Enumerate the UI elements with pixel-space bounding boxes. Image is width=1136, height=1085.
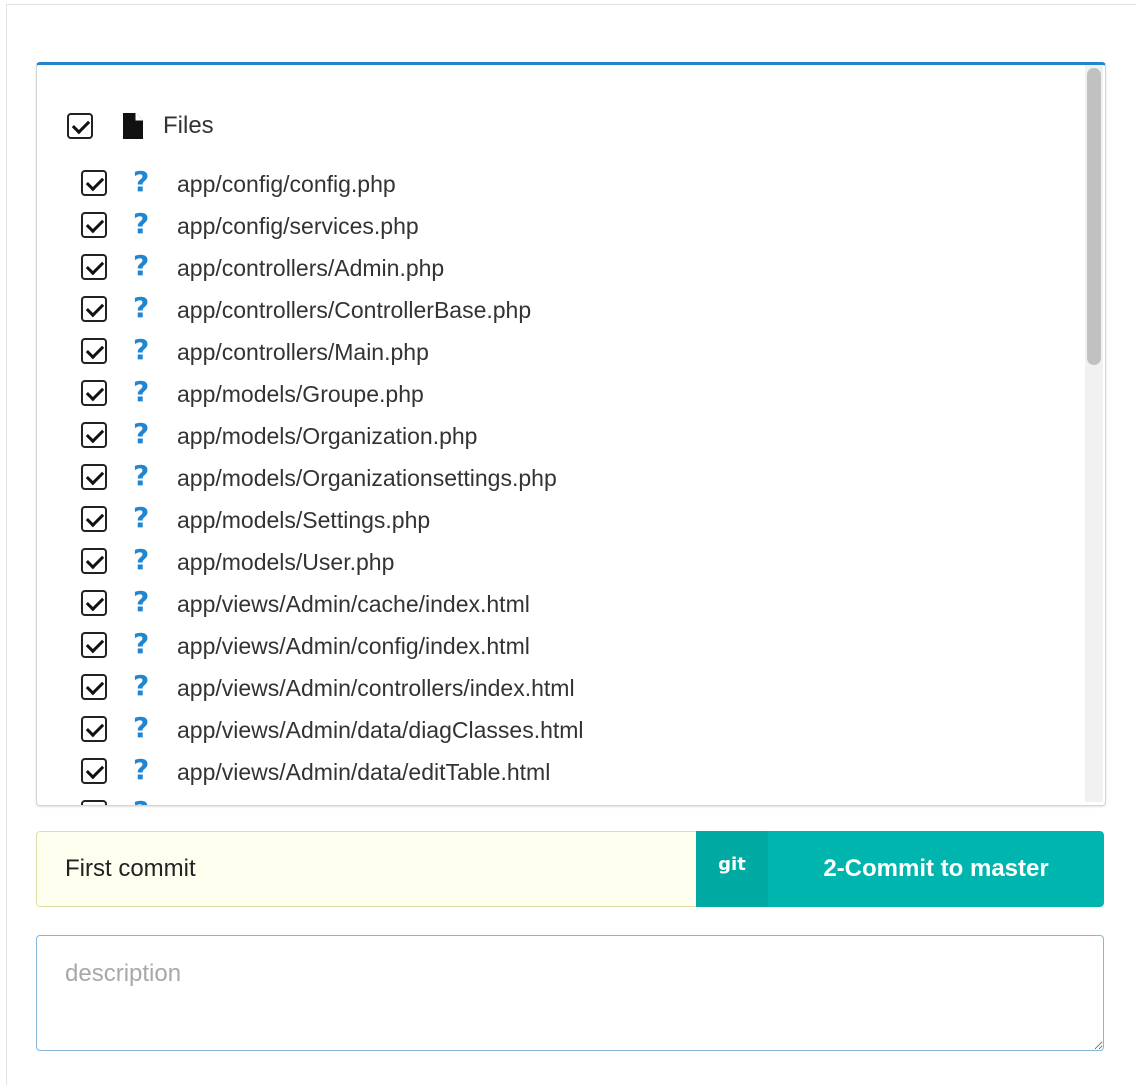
- file-name: app/models/Organization.php: [177, 423, 478, 449]
- files-scrollbar-thumb[interactable]: [1087, 68, 1101, 365]
- question-icon: ?: [133, 543, 150, 576]
- file-row[interactable]: ? app/controllers/Admin.php: [81, 249, 1041, 293]
- file-checkbox[interactable]: [81, 380, 107, 406]
- file-row[interactable]: ? app/config/config.php: [81, 165, 1041, 209]
- question-icon: ?: [133, 375, 150, 408]
- file-checkbox[interactable]: [81, 548, 107, 574]
- question-icon: ?: [133, 711, 150, 744]
- question-icon: ?: [133, 291, 150, 324]
- question-icon: ?: [133, 795, 149, 805]
- file-row[interactable]: ? app/controllers/Main.php: [81, 333, 1041, 377]
- file-row[interactable]: ? app/models/Organizationsettings.php: [81, 459, 1041, 503]
- files-root-row: Files: [67, 111, 667, 141]
- commit-button-label: 2-Commit to master: [823, 855, 1049, 882]
- question-icon: ?: [133, 627, 150, 660]
- file-row[interactable]: ? app/views/Admin/controllers/index.html: [81, 669, 1041, 713]
- file-checkbox[interactable]: [81, 506, 107, 532]
- question-icon: ?: [133, 333, 150, 366]
- question-icon: ?: [133, 165, 150, 198]
- file-checkbox[interactable]: [81, 590, 107, 616]
- file-name: app/controllers/Admin.php: [177, 255, 445, 281]
- file-name: app/views/Admin/controllers/index.html: [177, 675, 575, 701]
- file-row[interactable]: ? app/models/Organization.php: [81, 417, 1041, 461]
- commit-bar: git 2-Commit to master: [36, 831, 1104, 907]
- file-name: app/views/Admin/config/index.html: [177, 633, 530, 659]
- question-icon: ?: [133, 501, 150, 534]
- file-row[interactable]: ? app/views/Admin/data/editTable.html: [81, 753, 1041, 797]
- question-icon: ?: [133, 207, 150, 240]
- file-checkbox[interactable]: [81, 254, 107, 280]
- commit-message-input[interactable]: [36, 831, 696, 907]
- question-icon: ?: [133, 753, 150, 786]
- file-name: app/config/services.php: [177, 213, 419, 239]
- file-checkbox[interactable]: [81, 422, 107, 448]
- file-row[interactable]: ? app/views/Admin/cache/index.html: [81, 585, 1041, 629]
- file-checkbox[interactable]: [81, 758, 107, 784]
- file-checkbox[interactable]: [81, 716, 107, 742]
- files-root-checkbox[interactable]: [67, 113, 93, 139]
- question-icon: ?: [133, 249, 150, 282]
- question-icon: ?: [133, 459, 150, 492]
- file-row[interactable]: ? app/config/services.php: [81, 207, 1041, 251]
- file-name: app/controllers/ControllerBase.php: [177, 297, 532, 323]
- file-list: ? app/config/config.php? app/config/servic…: [81, 165, 1041, 805]
- file-name: app/views/Admin/data/diagClasses.html: [177, 717, 584, 743]
- file-name: app/models/User.php: [177, 549, 395, 575]
- file-row[interactable]: ? app/views/Admin/data/diagClasses.html: [81, 711, 1041, 755]
- file-checkbox[interactable]: [81, 674, 107, 700]
- description-textarea[interactable]: [36, 935, 1104, 1051]
- file-checkbox[interactable]: [81, 632, 107, 658]
- file-row[interactable]: ?: [81, 795, 1041, 805]
- file-icon: [123, 113, 143, 139]
- files-root-label: Files: [163, 112, 214, 139]
- file-name: app/views/Admin/cache/index.html: [177, 591, 530, 617]
- file-checkbox[interactable]: [81, 464, 107, 490]
- file-checkbox[interactable]: [81, 296, 107, 322]
- file-name: app/models/Settings.php: [177, 507, 431, 533]
- file-row[interactable]: ? app/controllers/ControllerBase.php: [81, 291, 1041, 335]
- files-panel: Files ? app/config/config.php? app/config/…: [36, 62, 1106, 806]
- question-icon: ?: [133, 669, 150, 702]
- file-name: app/config/config.php: [177, 171, 396, 197]
- file-row[interactable]: ? app/models/Settings.php: [81, 501, 1041, 545]
- file-checkbox[interactable]: [81, 800, 107, 805]
- file-row[interactable]: ? app/views/Admin/config/index.html: [81, 627, 1041, 671]
- file-row[interactable]: ? app/models/Groupe.php: [81, 375, 1041, 419]
- file-row[interactable]: ? app/models/User.php: [81, 543, 1041, 587]
- question-icon: ?: [133, 417, 150, 450]
- file-name: app/models/Organizationsettings.php: [177, 465, 557, 491]
- commit-button[interactable]: git 2-Commit to master: [696, 831, 1104, 907]
- file-checkbox[interactable]: [81, 212, 107, 238]
- file-name: app/views/Admin/data/editTable.html: [177, 759, 551, 785]
- file-name: app/controllers/Main.php: [177, 339, 429, 365]
- git-icon: git: [696, 831, 768, 907]
- file-checkbox[interactable]: [81, 170, 107, 196]
- question-icon: ?: [133, 585, 150, 618]
- file-checkbox[interactable]: [81, 338, 107, 364]
- files-scrollbar[interactable]: [1085, 65, 1103, 802]
- file-name: app/models/Groupe.php: [177, 381, 424, 407]
